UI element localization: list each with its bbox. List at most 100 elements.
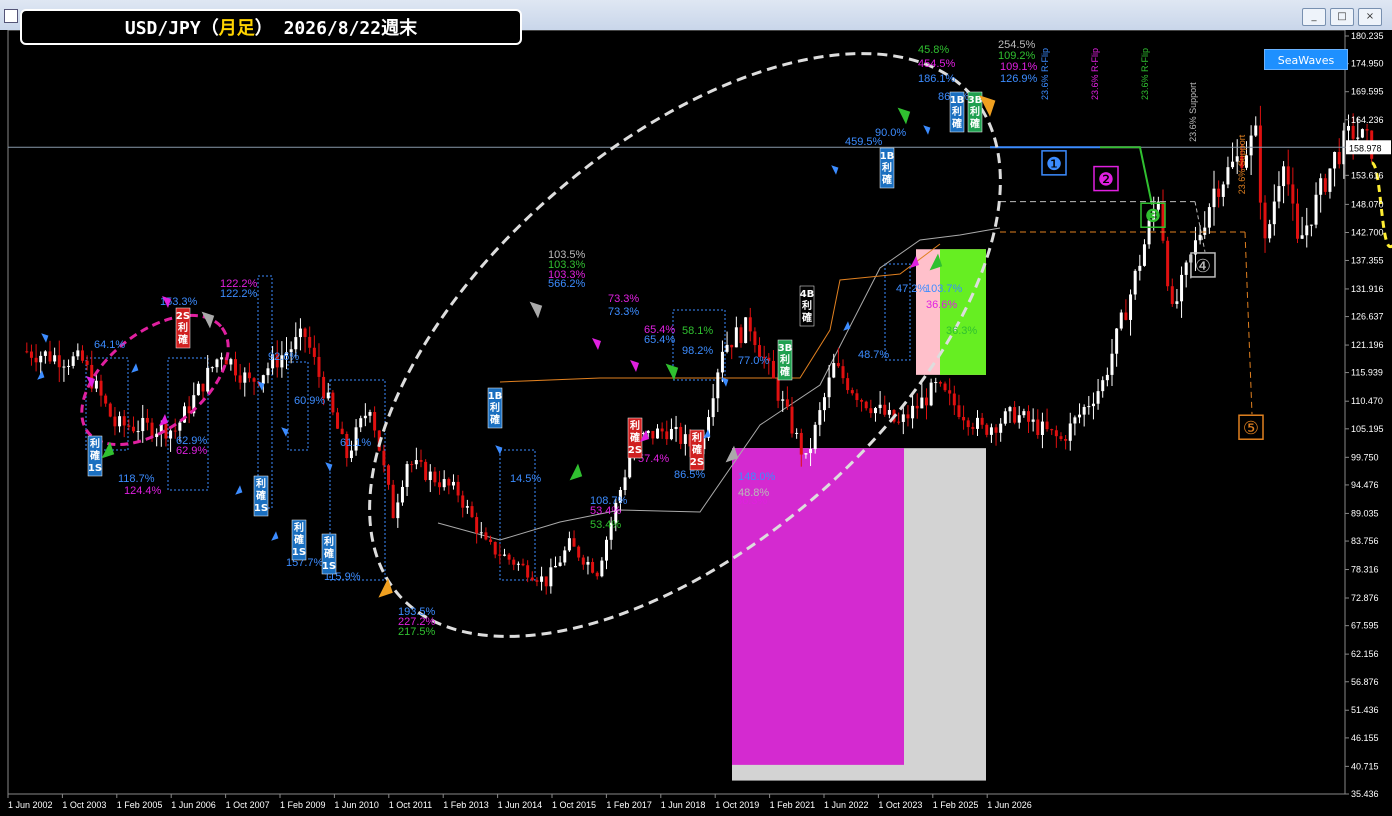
- signal-badge-text: 利: [630, 419, 640, 432]
- candle-body: [1087, 406, 1091, 408]
- candle-body: [136, 431, 140, 433]
- candle-body: [1078, 414, 1082, 418]
- candle-body: [623, 477, 627, 490]
- candle-body: [795, 432, 799, 434]
- candle-body: [1124, 312, 1128, 320]
- candle-body: [1323, 178, 1327, 192]
- candle-body: [502, 554, 506, 556]
- candle-body: [76, 350, 80, 357]
- candle-body: [915, 405, 919, 409]
- signal-badge-text: 利: [780, 353, 790, 366]
- candle-body: [442, 479, 446, 488]
- candle-body: [85, 360, 89, 365]
- signal-badge-text: 1S: [88, 463, 102, 474]
- y-tick-label: 35.436: [1351, 789, 1379, 799]
- y-tick-label: 62.156: [1351, 649, 1379, 659]
- y-tick-label: 115.939: [1351, 368, 1383, 378]
- candle-body: [901, 414, 905, 422]
- percent-label: 36.6%: [926, 299, 957, 311]
- candle-body: [382, 450, 386, 466]
- y-tick-label: 67.595: [1351, 621, 1379, 631]
- candle-body: [679, 426, 683, 444]
- signal-badge-text: 利: [178, 321, 188, 334]
- x-tick-label: 1 Feb 2021: [770, 800, 816, 810]
- candle-body: [1314, 194, 1318, 225]
- signal-badge-text: 1B: [880, 151, 895, 162]
- seawaves-button[interactable]: SeaWaves: [1264, 49, 1348, 70]
- percent-label: 45.8%: [918, 44, 949, 56]
- x-tick-label: 1 Feb 2013: [443, 800, 489, 810]
- candle-body: [535, 580, 539, 582]
- x-tick-label: 1 Feb 2025: [933, 800, 979, 810]
- candle-body: [1027, 411, 1031, 422]
- candle-body: [1319, 178, 1323, 195]
- candle-body: [261, 375, 265, 384]
- signal-badge-text: 確: [780, 365, 790, 378]
- minimize-button[interactable]: _: [1302, 8, 1326, 26]
- title-timeframe: 月足: [218, 18, 255, 39]
- level-label: 23.6% Support: [1188, 82, 1198, 142]
- candle-body: [400, 486, 404, 503]
- candle-body: [887, 410, 891, 415]
- percent-label: 47.2%: [896, 283, 927, 295]
- signal-badge-text: 確: [256, 489, 266, 502]
- candle-body: [340, 428, 344, 435]
- candle-body: [29, 351, 33, 358]
- candle-body: [99, 380, 103, 396]
- candle-body: [410, 464, 414, 466]
- candle-body: [1166, 240, 1170, 287]
- candle-body: [711, 398, 715, 418]
- signal-badge-text: 確: [178, 333, 188, 346]
- restore-button[interactable]: □: [1330, 8, 1354, 26]
- candle-body: [456, 481, 460, 496]
- candle-body: [966, 420, 970, 428]
- y-tick-label: 153.616: [1351, 170, 1384, 180]
- candle-body: [744, 317, 748, 344]
- candle-body: [734, 327, 738, 348]
- candle-body: [1272, 201, 1276, 225]
- candle-body: [962, 416, 966, 421]
- candle-body: [1129, 294, 1133, 320]
- level-label: 23.6% R-Flip: [1090, 48, 1100, 100]
- y-tick-label: 174.950: [1351, 59, 1384, 69]
- percent-label: 53.4%: [590, 519, 621, 531]
- candle-body: [674, 426, 678, 429]
- candle-body: [586, 561, 590, 565]
- candle-body: [669, 428, 673, 440]
- y-tick-label: 148.070: [1351, 199, 1384, 209]
- candle-body: [1096, 391, 1100, 404]
- candle-body: [1351, 125, 1355, 139]
- y-tick-label: 121.196: [1351, 340, 1384, 350]
- candle-body: [516, 563, 520, 565]
- candle-body: [326, 392, 330, 399]
- close-button[interactable]: ×: [1358, 8, 1382, 26]
- candle-body: [118, 416, 122, 427]
- candle-body: [414, 460, 418, 465]
- candle-body: [591, 561, 595, 573]
- percent-label: 217.5%: [398, 626, 436, 638]
- candle-body: [57, 355, 61, 368]
- candle-body: [521, 563, 525, 566]
- y-tick-label: 169.595: [1351, 87, 1384, 97]
- candle-body: [25, 351, 29, 353]
- y-tick-label: 72.876: [1351, 593, 1379, 603]
- candle-body: [1286, 166, 1290, 185]
- candle-body: [911, 405, 915, 419]
- percent-label: 186.1%: [918, 73, 956, 85]
- window-system-icon[interactable]: [4, 9, 18, 23]
- percent-label: 122.2%: [220, 288, 258, 300]
- chart-background: [0, 30, 1392, 816]
- signal-badge-text: 1S: [292, 547, 306, 558]
- candle-body: [484, 532, 488, 540]
- signal-badge-text: 利: [952, 105, 962, 118]
- signal-badge-text: 利: [90, 437, 100, 450]
- candle-body: [1295, 203, 1299, 239]
- candle-body: [869, 408, 873, 414]
- candle-body: [567, 538, 571, 551]
- signal-badge-text: 確: [490, 413, 500, 426]
- candle-body: [1036, 419, 1040, 435]
- percent-label: 90.0%: [875, 127, 906, 139]
- candle-body: [577, 546, 581, 558]
- candle-body: [391, 484, 395, 519]
- candle-body: [1291, 184, 1295, 204]
